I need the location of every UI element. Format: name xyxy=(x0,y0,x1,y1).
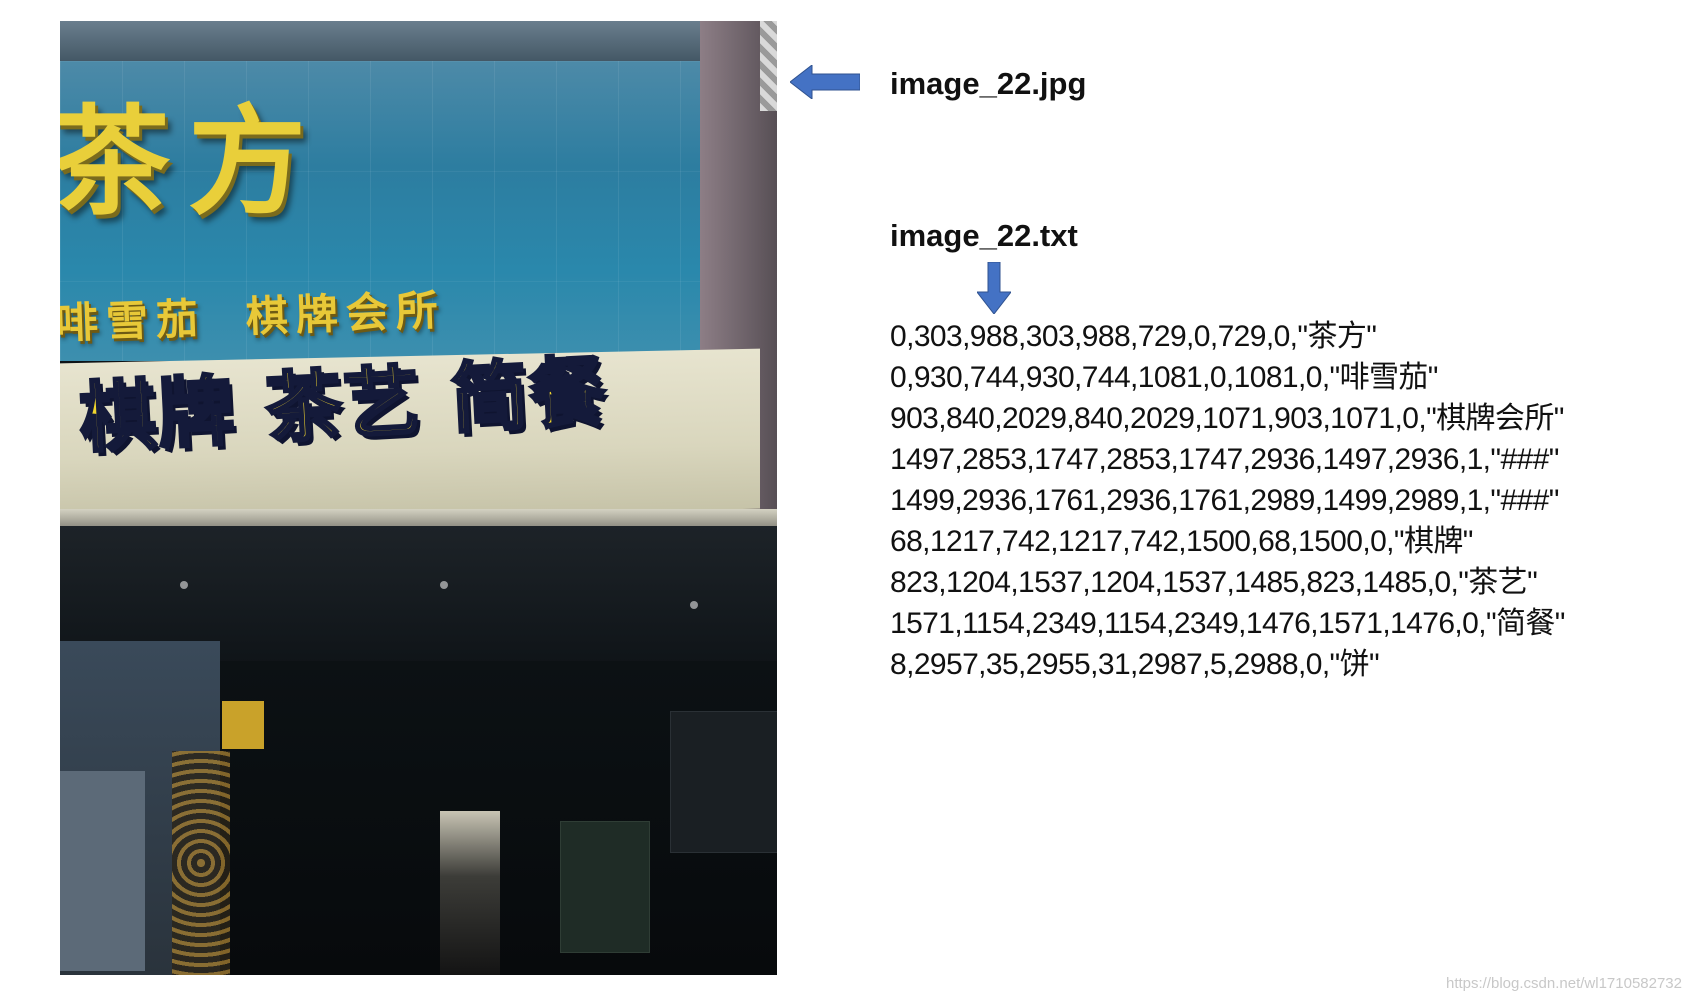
annotation-line: 1571,1154,2349,1154,2349,1476,1571,1476,… xyxy=(890,607,1565,640)
yellow-panel xyxy=(222,701,264,749)
annotation-line: 0,303,988,303,988,729,0,729,0,"茶方" xyxy=(890,320,1377,353)
ceiling-light xyxy=(180,581,188,589)
annotation-line: 8,2957,35,2955,31,2987,5,2988,0,"饼" xyxy=(890,648,1380,681)
ceiling-light xyxy=(440,581,448,589)
pillar-stone-texture xyxy=(760,21,777,111)
arrow-left-icon xyxy=(790,65,860,99)
annotation-text-block: 0,303,988,303,988,729,0,729,0,"茶方" 0,930… xyxy=(890,316,1565,685)
sign-text-chafang: 茶方 xyxy=(60,92,325,231)
wall-poster xyxy=(560,821,650,953)
arrow-down-icon xyxy=(977,262,1011,314)
text-filename: image_22.txt xyxy=(890,218,1078,253)
air-conditioner-unit xyxy=(670,711,777,853)
annotation-line: 1497,2853,1747,2853,1747,2936,1497,2936,… xyxy=(890,443,1559,476)
storefront-photo: 茶方 啡雪茄 棋牌会所 棋牌 茶艺 简餐 xyxy=(60,21,777,975)
sign-text-qipai: 棋牌 xyxy=(76,364,239,464)
annotation-line: 0,930,744,930,744,1081,0,1081,0,"啡雪茄" xyxy=(890,361,1438,394)
annotation-line: 903,840,2029,840,2029,1071,903,1071,0,"棋… xyxy=(890,402,1564,435)
annotation-line: 823,1204,1537,1204,1537,1485,823,1485,0,… xyxy=(890,566,1538,599)
sign-text-jiancan: 简餐 xyxy=(448,345,611,445)
annotation-line: 68,1217,742,1217,742,1500,68,1500,0,"棋牌" xyxy=(890,525,1473,558)
photo-sky xyxy=(60,21,777,61)
image-filename: image_22.jpg xyxy=(890,66,1087,101)
sign-text-feixueqie: 啡雪茄 xyxy=(60,293,207,348)
awning-edge xyxy=(60,509,777,527)
entrance-doorway xyxy=(440,811,500,975)
annotation-line: 1499,2936,1761,2936,1761,2989,1499,2989,… xyxy=(890,484,1559,517)
sign-text-chayi: 茶艺 xyxy=(262,355,425,455)
left-wall-panel xyxy=(60,771,145,971)
ornamental-pillar xyxy=(172,751,230,975)
watermark-url: https://blog.csdn.net/wl1710582732 xyxy=(1445,975,1682,992)
sign-text-qipaihuisuo: 棋牌会所 xyxy=(245,285,447,342)
ceiling-light xyxy=(690,601,698,609)
